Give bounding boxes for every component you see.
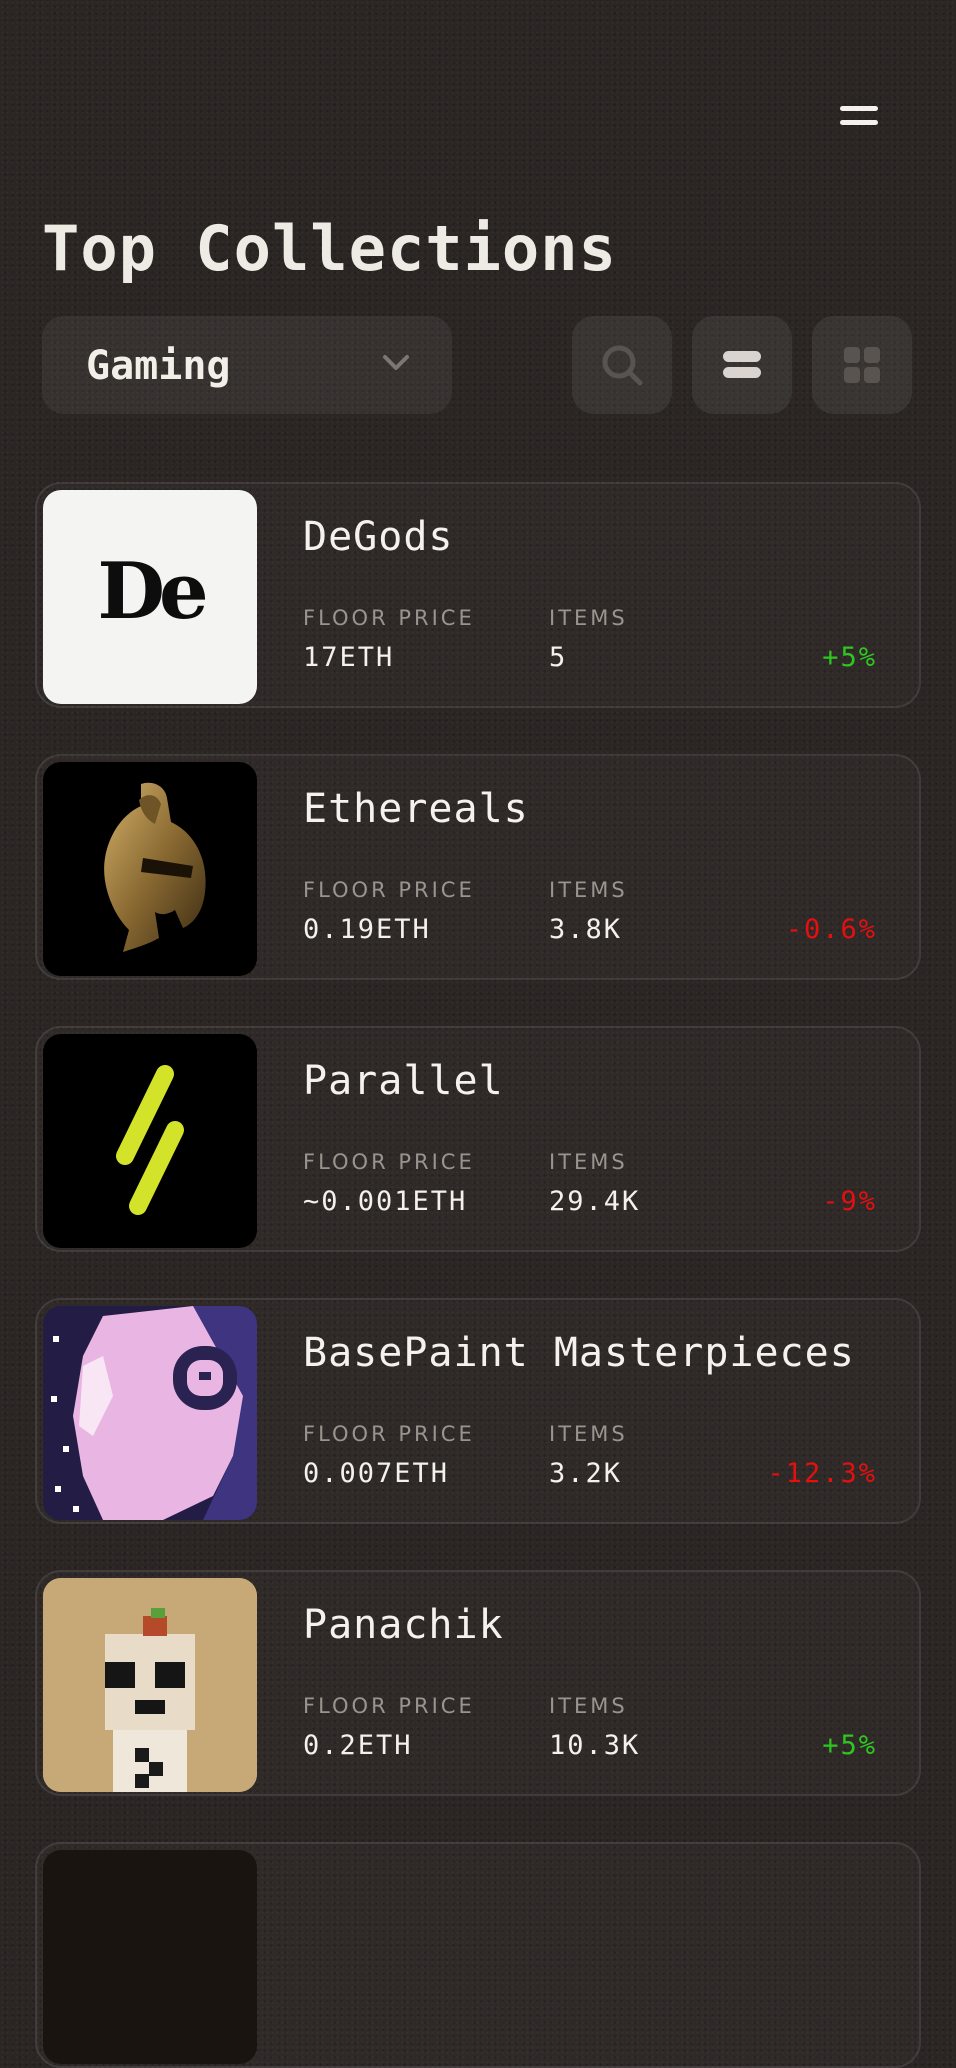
collection-card[interactable]: De DeGods FLOOR PRICE 17ETH ITEMS 5 +5% <box>35 482 921 708</box>
helmet-image <box>104 782 206 952</box>
floor-price-label: FLOOR PRICE <box>303 1150 475 1174</box>
list-view-icon <box>723 351 761 378</box>
floor-price-value: 17ETH <box>303 642 395 673</box>
collection-thumbnail: De <box>43 490 257 704</box>
grid-view-icon <box>844 347 880 383</box>
collection-name: Ethereals <box>303 786 529 832</box>
chevron-down-icon <box>383 355 409 370</box>
collection-name: DeGods <box>303 514 454 560</box>
list-view-button[interactable] <box>692 316 792 414</box>
grid-view-button[interactable] <box>812 316 912 414</box>
price-change: +5% <box>822 1730 877 1761</box>
page-title: Top Collections <box>42 212 617 285</box>
floor-price-value: 0.2ETH <box>303 1730 413 1761</box>
items-label: ITEMS <box>549 606 628 630</box>
items-value: 3.8K <box>549 914 623 945</box>
category-select[interactable]: Gaming <box>42 316 452 414</box>
items-value: 10.3K <box>549 1730 641 1761</box>
price-change: -9% <box>822 1186 877 1217</box>
collection-card[interactable]: Panachik FLOOR PRICE 0.2ETH ITEMS 10.3K … <box>35 1570 921 1796</box>
collection-thumbnail <box>43 1578 257 1792</box>
floor-price-label: FLOOR PRICE <box>303 1694 475 1718</box>
items-value: 29.4K <box>549 1186 641 1217</box>
category-select-value: Gaming <box>86 343 231 389</box>
search-icon <box>602 345 643 386</box>
search-button[interactable] <box>572 316 672 414</box>
collection-thumbnail <box>43 762 257 976</box>
items-label: ITEMS <box>549 1422 628 1446</box>
collection-thumbnail <box>43 1850 257 2064</box>
floor-price-label: FLOOR PRICE <box>303 1422 475 1446</box>
items-label: ITEMS <box>549 1150 628 1174</box>
items-value: 5 <box>549 642 568 673</box>
items-label: ITEMS <box>549 1694 628 1718</box>
floor-price-value: 0.007ETH <box>303 1458 450 1489</box>
collection-card[interactable]: Parallel FLOOR PRICE ~0.001ETH ITEMS 29.… <box>35 1026 921 1252</box>
floor-price-label: FLOOR PRICE <box>303 606 475 630</box>
price-change: -12.3% <box>767 1458 877 1489</box>
collection-thumbnail <box>43 1034 257 1248</box>
floor-price-label: FLOOR PRICE <box>303 878 475 902</box>
items-label: ITEMS <box>549 878 628 902</box>
price-change: -0.6% <box>785 914 877 945</box>
collection-card[interactable]: Ethereals FLOOR PRICE 0.19ETH ITEMS 3.8K… <box>35 754 921 980</box>
collection-card[interactable]: BasePaint Masterpieces FLOOR PRICE 0.007… <box>35 1298 921 1524</box>
menu-button[interactable] <box>836 102 882 130</box>
degods-logo: De <box>97 546 208 637</box>
parallel-logo <box>116 1065 184 1215</box>
collection-name: Parallel <box>303 1058 504 1104</box>
pixel-art-portrait <box>43 1306 257 1520</box>
collection-card[interactable] <box>35 1842 921 2068</box>
voxel-character-image <box>43 1578 257 1792</box>
floor-price-value: ~0.001ETH <box>303 1186 468 1217</box>
items-value: 3.2K <box>549 1458 623 1489</box>
collection-thumbnail <box>43 1306 257 1520</box>
collection-name: BasePaint Masterpieces <box>303 1330 855 1376</box>
price-change: +5% <box>822 642 877 673</box>
collection-name: Panachik <box>303 1602 504 1648</box>
floor-price-value: 0.19ETH <box>303 914 431 945</box>
